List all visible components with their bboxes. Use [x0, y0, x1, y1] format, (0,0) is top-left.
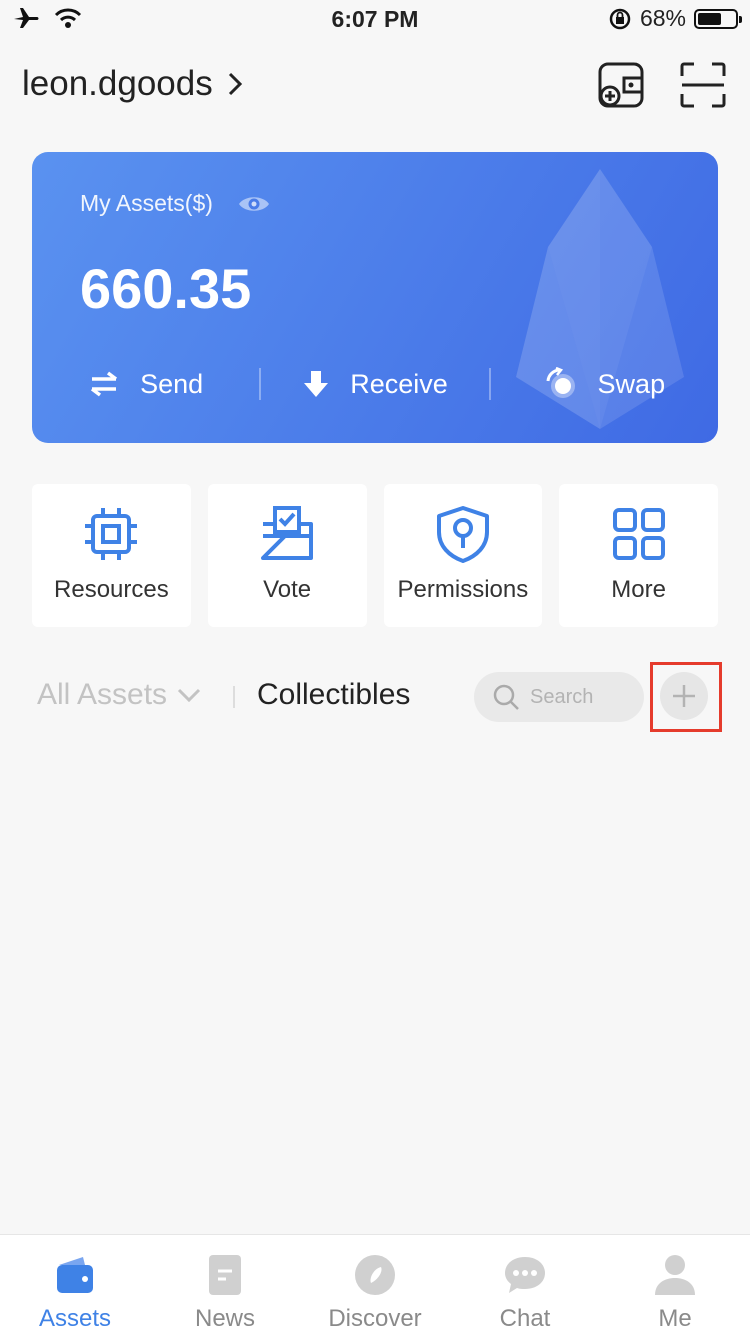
receive-label: Receive	[350, 368, 448, 399]
document-icon	[209, 1255, 241, 1295]
tab-chat[interactable]: Chat	[450, 1235, 600, 1335]
bottom-nav: Assets News Discover Chat Me	[0, 1234, 750, 1335]
compass-icon	[355, 1255, 395, 1295]
status-right: 68%	[608, 5, 742, 32]
more-button[interactable]: More	[559, 484, 718, 627]
send-button[interactable]: Send	[32, 369, 259, 400]
scan-button[interactable]	[678, 60, 728, 110]
tab-assets[interactable]: Assets	[0, 1235, 150, 1335]
tab-assets-label: Assets	[38, 1305, 112, 1332]
assets-title: My Assets($)	[80, 190, 213, 216]
battery-percent: 68%	[639, 5, 686, 31]
tab-discover[interactable]: Discover	[300, 1235, 450, 1335]
asset-card: My Assets($) 660.35 Send Receive Swap	[32, 152, 718, 443]
wallet-add-button[interactable]	[596, 60, 646, 110]
swap-button[interactable]: Swap	[491, 367, 718, 401]
resources-button[interactable]: Resources	[32, 484, 191, 627]
quick-actions: Resources Vote Permissions More	[32, 484, 718, 627]
transfer-arrows-icon	[91, 371, 118, 397]
assets-total-value: 660.35	[80, 257, 252, 320]
resources-label: Resources	[54, 576, 169, 603]
account-switcher[interactable]: leon.dgoods	[22, 64, 243, 104]
header: leon.dgoods	[0, 52, 750, 122]
rotation-lock-icon	[609, 8, 631, 29]
battery-icon	[694, 8, 742, 29]
swap-label: Swap	[597, 368, 666, 399]
person-icon	[655, 1255, 695, 1295]
tab-all-assets-label: All Assets	[37, 678, 168, 711]
search-placeholder: Search	[530, 685, 594, 708]
highlight-box	[650, 662, 722, 732]
account-name: leon.dgoods	[22, 64, 213, 103]
search-input[interactable]: Search	[474, 672, 644, 722]
assets-title-row: My Assets($)	[80, 190, 271, 217]
tab-collectibles[interactable]: Collectibles	[257, 678, 410, 712]
download-arrow-icon	[304, 371, 329, 397]
permissions-button[interactable]: Permissions	[383, 484, 543, 627]
status-bar: 6:07 PM 68%	[0, 0, 750, 40]
more-label: More	[611, 576, 666, 603]
chevron-right-icon	[228, 72, 242, 96]
permissions-label: Permissions	[397, 576, 529, 603]
tab-me[interactable]: Me	[600, 1235, 750, 1335]
ballot-box-icon	[261, 506, 314, 560]
search-icon	[493, 684, 519, 710]
tab-news-label: News	[194, 1305, 255, 1332]
tab-discover-label: Discover	[328, 1305, 422, 1332]
chevron-down-icon	[178, 688, 201, 702]
send-label: Send	[140, 368, 204, 399]
tab-chat-label: Chat	[499, 1305, 551, 1332]
shield-key-icon	[436, 506, 489, 563]
asset-tabs: All Assets Collectibles Search	[0, 662, 750, 732]
wallet-icon	[57, 1257, 93, 1293]
card-actions: Send Receive Swap	[32, 360, 718, 408]
grid-icon	[612, 508, 665, 560]
tab-divider	[233, 686, 235, 708]
scan-icon	[680, 62, 726, 108]
wallet-add-icon	[598, 62, 644, 108]
vote-label: Vote	[263, 576, 312, 603]
battery-fill	[698, 12, 722, 25]
receive-button[interactable]: Receive	[261, 369, 488, 400]
chat-bubble-icon	[505, 1257, 545, 1293]
swap-icon	[546, 367, 575, 398]
tab-all-assets[interactable]: All Assets	[37, 678, 201, 712]
chip-icon	[85, 508, 138, 560]
eye-icon[interactable]	[237, 193, 271, 215]
vote-button[interactable]: Vote	[207, 484, 367, 627]
tab-me-label: Me	[658, 1305, 692, 1332]
tab-news[interactable]: News	[150, 1235, 300, 1335]
